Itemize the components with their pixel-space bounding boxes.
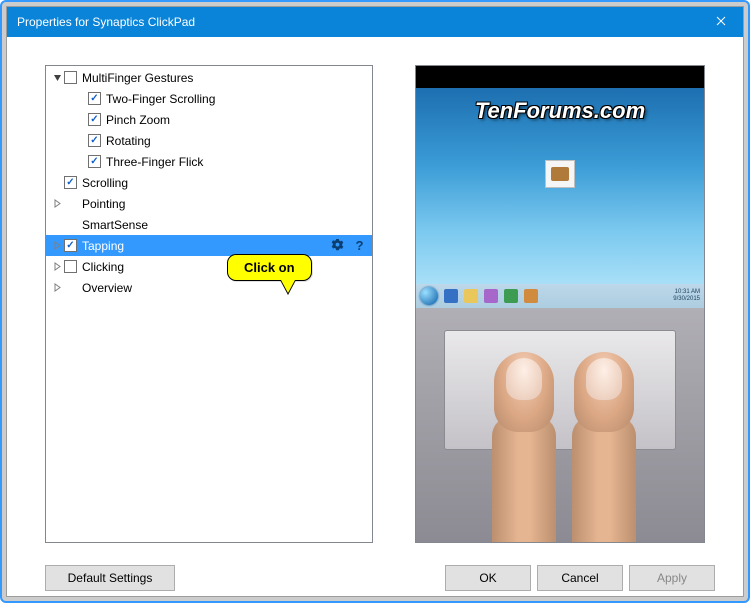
settings-tree-panel: MultiFinger Gestures Two-Finger Scrolling…: [45, 65, 373, 543]
tree-item-pointing[interactable]: Pointing: [46, 193, 372, 214]
button-label: Apply: [657, 571, 687, 585]
checkbox[interactable]: [88, 113, 101, 126]
button-label: Default Settings: [68, 571, 153, 585]
tree-item-tapping[interactable]: Tapping?: [46, 235, 372, 256]
button-label: Cancel: [561, 571, 598, 585]
tree-item-label: Two-Finger Scrolling: [106, 92, 215, 106]
tree-item-multifinger-gestures[interactable]: MultiFinger Gestures: [46, 67, 372, 88]
preview-panel: TenForums.com 10:31 AM9/30/2015: [415, 65, 705, 543]
start-orb-icon: [420, 287, 438, 305]
default-settings-button[interactable]: Default Settings: [45, 565, 175, 591]
help-icon[interactable]: ?: [350, 237, 368, 255]
preview-desktop: TenForums.com: [416, 88, 704, 308]
taskbar-icon: [524, 289, 538, 303]
tree-item-label: SmartSense: [82, 218, 148, 232]
chevron-right-icon[interactable]: [50, 262, 64, 271]
tree-item-label: MultiFinger Gestures: [82, 71, 193, 85]
gear-icon[interactable]: [328, 237, 346, 255]
tree-item-label: Tapping: [82, 239, 124, 253]
tree-item-label: Clicking: [82, 260, 124, 274]
chevron-right-icon[interactable]: [50, 199, 64, 208]
checkbox[interactable]: [64, 260, 77, 273]
preview-tray: 10:31 AM9/30/2015: [673, 289, 700, 303]
titlebar[interactable]: Properties for Synaptics ClickPad: [7, 7, 743, 37]
taskbar-icon: [444, 289, 458, 303]
tree-item-two-finger-scrolling[interactable]: Two-Finger Scrolling: [46, 88, 372, 109]
tree-item-clicking[interactable]: Clicking: [46, 256, 372, 277]
tree-item-overview[interactable]: Overview: [46, 277, 372, 298]
close-button[interactable]: [699, 7, 743, 37]
chevron-right-icon[interactable]: [50, 283, 64, 292]
tree-item-pinch-zoom[interactable]: Pinch Zoom: [46, 109, 372, 130]
preview-taskbar: 10:31 AM9/30/2015: [416, 284, 704, 308]
preview-desktop-icon: [542, 160, 578, 202]
checkbox[interactable]: [64, 71, 77, 84]
checkbox[interactable]: [88, 92, 101, 105]
callout-text: Click on: [244, 260, 295, 275]
tree-item-label: Scrolling: [82, 176, 128, 190]
chevron-right-icon[interactable]: [50, 241, 64, 250]
tree-item-label: Overview: [82, 281, 132, 295]
taskbar-icon: [464, 289, 478, 303]
tree-item-label: Pinch Zoom: [106, 113, 170, 127]
checkbox[interactable]: [64, 239, 77, 252]
tree-item-three-finger-flick[interactable]: Three-Finger Flick: [46, 151, 372, 172]
preview-touchpad-body: [416, 308, 704, 542]
window-title: Properties for Synaptics ClickPad: [17, 15, 195, 29]
preview-watermark: TenForums.com: [416, 98, 704, 124]
annotation-border: Properties for Synaptics ClickPad Click …: [0, 0, 750, 603]
preview-finger: [484, 352, 564, 543]
chevron-down-icon[interactable]: [50, 73, 64, 82]
button-label: OK: [479, 571, 496, 585]
tree-item-label: Rotating: [106, 134, 151, 148]
apply-button[interactable]: Apply: [629, 565, 715, 591]
tree-item-label: Pointing: [82, 197, 125, 211]
content-area: Click on MultiFinger Gestures Two-Finger …: [7, 37, 743, 596]
cancel-button[interactable]: Cancel: [537, 565, 623, 591]
settings-tree[interactable]: MultiFinger Gestures Two-Finger Scrolling…: [46, 66, 372, 298]
tree-item-scrolling[interactable]: Scrolling: [46, 172, 372, 193]
checkbox[interactable]: [64, 176, 77, 189]
callout-annotation: Click on: [227, 254, 312, 281]
svg-text:?: ?: [355, 238, 363, 253]
tree-item-rotating[interactable]: Rotating: [46, 130, 372, 151]
checkbox[interactable]: [88, 134, 101, 147]
preview-finger: [564, 352, 644, 543]
taskbar-icon: [504, 289, 518, 303]
taskbar-icon: [484, 289, 498, 303]
tree-item-label: Three-Finger Flick: [106, 155, 203, 169]
ok-button[interactable]: OK: [445, 565, 531, 591]
checkbox[interactable]: [88, 155, 101, 168]
tree-item-smartsense[interactable]: SmartSense: [46, 214, 372, 235]
close-icon: [716, 15, 726, 29]
dialog-window: Properties for Synaptics ClickPad Click …: [6, 6, 744, 597]
